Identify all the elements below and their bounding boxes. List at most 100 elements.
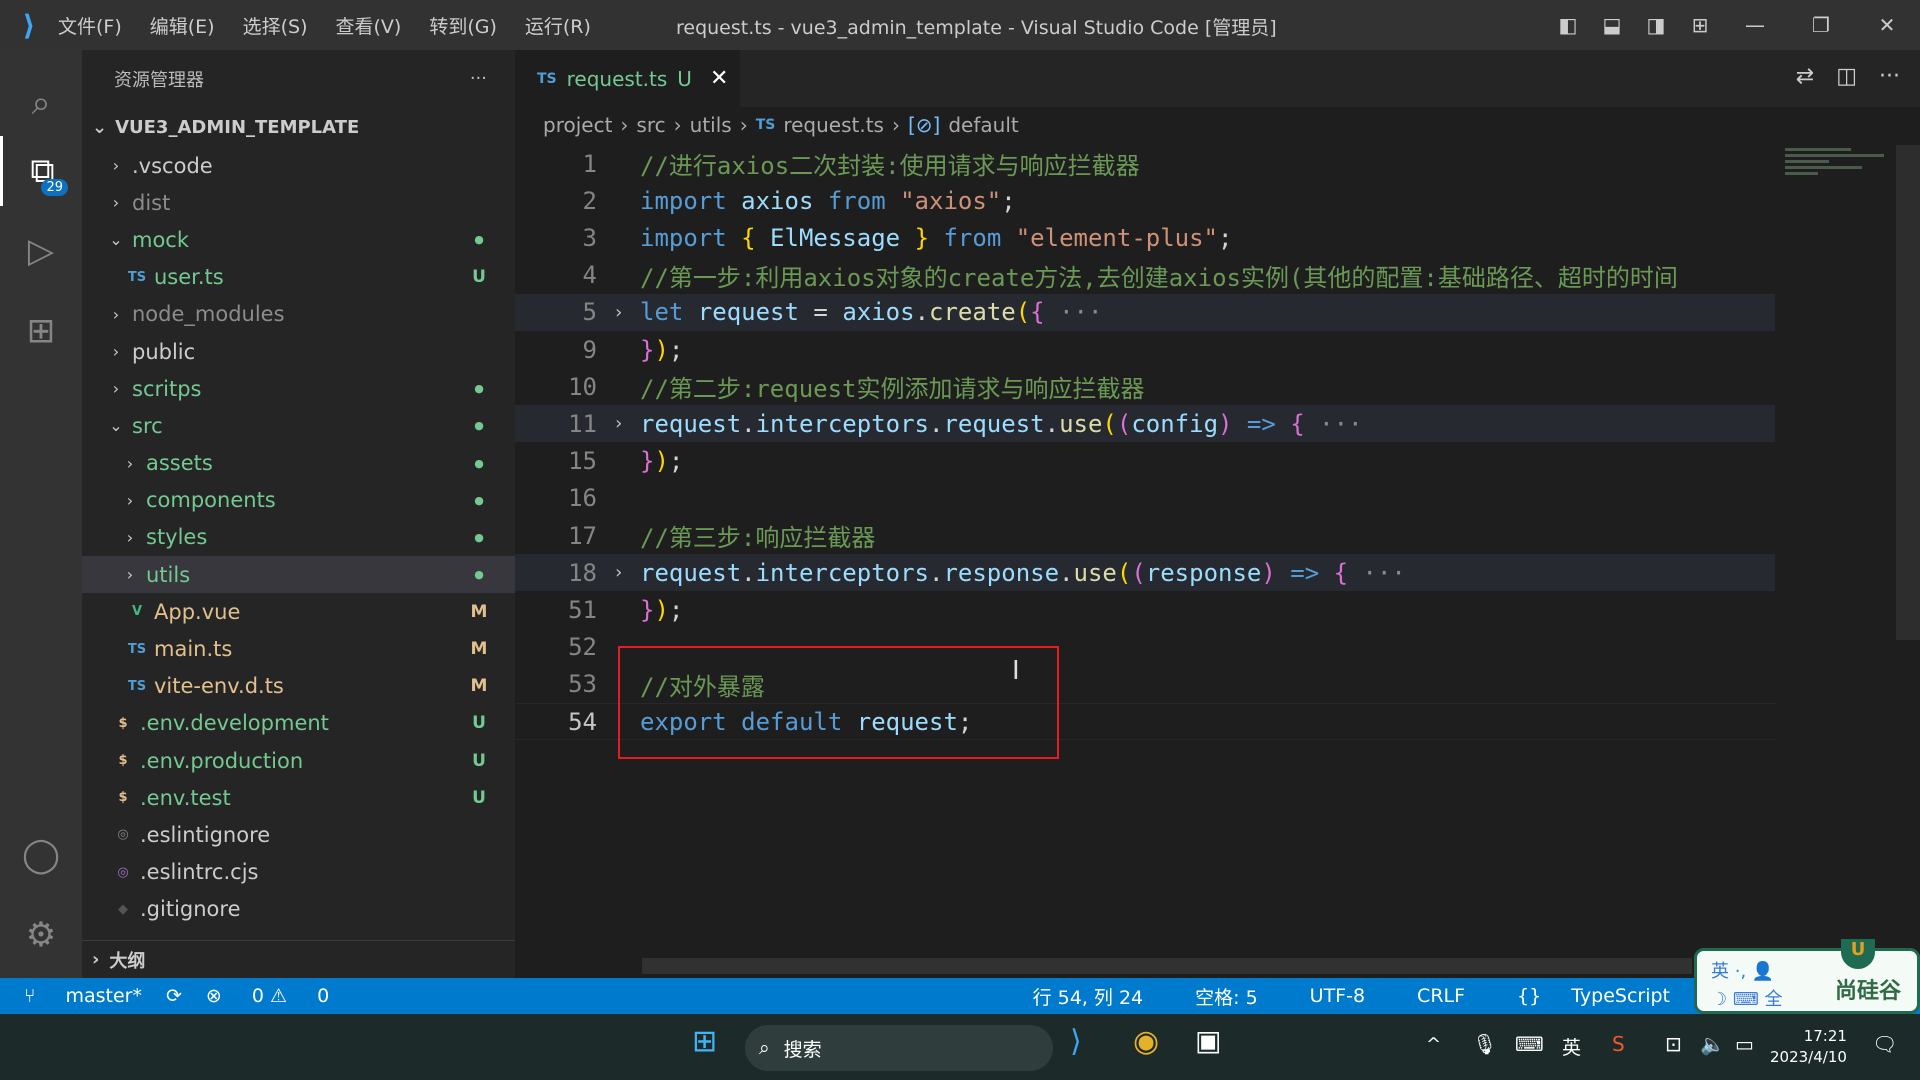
extensions-icon[interactable]: ⊞ (0, 296, 82, 366)
customize-layout-icon[interactable]: ⊞ (1678, 13, 1722, 37)
ime-toolbar[interactable]: 英 ·, 👤 ☽ ⌨ 全 U 尚硅谷 (1694, 939, 1920, 1014)
clock[interactable]: 17:21 2023/4/10 (1770, 1026, 1847, 1068)
menu-view[interactable]: 查看(V) (336, 16, 402, 38)
tree-item[interactable]: › scritps ● (82, 370, 515, 407)
code-line[interactable]: 16 (515, 480, 1775, 517)
fold-chevron-icon[interactable]: › (597, 413, 640, 434)
code-line[interactable]: 17 //第三步:响应拦截器 (515, 517, 1775, 554)
git-branch[interactable]: ⑂ master* (24, 985, 142, 1007)
code-line[interactable]: 1 //进行axios二次封装:使用请求与响应拦截器 (515, 145, 1775, 182)
code-line[interactable]: 3 import { ElMessage } from "element-plus… (515, 219, 1775, 256)
code-line[interactable]: 2 import axios from "axios"; (515, 182, 1775, 219)
close-window-button[interactable]: ✕ (1854, 13, 1920, 37)
split-editor-icon[interactable]: ◫ (1836, 64, 1857, 89)
code-line[interactable]: 5 › let request = axios.create({ ··· (515, 293, 1775, 331)
menu-go[interactable]: 转到(G) (429, 16, 497, 38)
outline-section[interactable]: › 大纲 (82, 940, 515, 978)
code-line[interactable]: 4 //第一步:利用axios对象的create方法,去创建axios实例(其他的… (515, 257, 1775, 294)
tree-item[interactable]: V App.vue M (82, 593, 515, 630)
tree-item[interactable]: › utils ● (82, 556, 515, 594)
tree-item[interactable]: TS user.ts U (82, 259, 515, 296)
menu-file[interactable]: 文件(F) (58, 16, 122, 38)
close-tab-icon[interactable]: ✕ (710, 66, 728, 91)
tree-item[interactable]: › public (82, 333, 515, 370)
tree-item[interactable]: ⌄ mock ● (82, 221, 515, 258)
tree-item[interactable]: $ .env.test U (82, 779, 515, 816)
code-text: request.interceptors.request.use((config… (640, 410, 1363, 438)
tree-item[interactable]: › node_modules (82, 296, 515, 333)
notification-icon[interactable]: 🗨 (1872, 1032, 1897, 1056)
explorer-icon[interactable]: ⧉ 29 (0, 136, 82, 206)
network-icon[interactable]: ⊡ (1665, 1032, 1682, 1056)
breadcrumb-src[interactable]: src (636, 113, 665, 137)
breadcrumb-symbol[interactable]: default (948, 113, 1018, 137)
tree-item[interactable]: › styles ● (82, 519, 515, 556)
code-line[interactable]: 18 › request.interceptors.response.use((re… (515, 554, 1775, 592)
battery-icon[interactable]: ▭ (1735, 1032, 1754, 1056)
toggle-panel-icon[interactable]: ⬓ (1590, 13, 1634, 37)
code-line[interactable]: 11 › request.interceptors.request.use((con… (515, 405, 1775, 443)
volume-icon[interactable]: 🔈 (1700, 1032, 1725, 1056)
menu-selection[interactable]: 选择(S) (243, 16, 308, 38)
microphone-icon[interactable]: 🎙 (1472, 1032, 1497, 1056)
tree-item[interactable]: › dist (82, 184, 515, 221)
tree-item[interactable]: › assets ● (82, 445, 515, 482)
fold-chevron-icon[interactable]: › (597, 562, 640, 583)
tree-item[interactable]: ◆ .gitignore (82, 891, 515, 928)
tree-item[interactable]: TS main.ts M (82, 630, 515, 667)
code-line[interactable]: 10 //第二步:request实例添加请求与响应拦截器 (515, 368, 1775, 405)
project-root[interactable]: ⌄ VUE3_ADMIN_TEMPLATE (82, 107, 515, 147)
fold-chevron-icon[interactable]: › (597, 302, 640, 323)
breadcrumb-utils[interactable]: utils (690, 113, 732, 137)
search-icon[interactable]: ⌕ (0, 68, 82, 138)
tree-item[interactable]: $ .env.production U (82, 742, 515, 779)
language-mode[interactable]: {} TypeScript (1517, 985, 1670, 1007)
explorer-more-button[interactable]: ··· (470, 68, 487, 89)
encoding[interactable]: UTF-8 (1310, 985, 1365, 1007)
indentation[interactable]: 空格: 5 (1195, 983, 1258, 1010)
code-editor[interactable]: 1 //进行axios二次封装:使用请求与响应拦截器 2 import axios f… (515, 145, 1785, 965)
terminal-taskbar-icon[interactable]: ▣ (1195, 1024, 1221, 1057)
tree-item[interactable]: $ .env.development U (82, 705, 515, 742)
problems[interactable]: ⊗ 0 ⚠ 0 (206, 985, 329, 1007)
cursor-position[interactable]: 行 54, 列 24 (1033, 983, 1144, 1010)
minimap[interactable] (1785, 145, 1895, 205)
tree-item[interactable]: TS vite-env.d.ts M (82, 668, 515, 705)
sogou-icon[interactable]: S (1612, 1032, 1625, 1056)
tab-request-ts[interactable]: TS request.ts U ✕ (515, 50, 740, 107)
menu-run[interactable]: 运行(R) (525, 16, 591, 38)
settings-gear-icon[interactable]: ⚙ (0, 900, 82, 970)
tree-item[interactable]: › .vscode (82, 147, 515, 184)
taskbar-search[interactable]: ⌕ 搜索 (745, 1025, 1053, 1071)
more-actions-icon[interactable]: ··· (1879, 64, 1900, 89)
run-debug-icon[interactable]: ▷ (0, 216, 82, 286)
keyboard-icon[interactable]: ⌨ (1515, 1032, 1544, 1056)
input-language[interactable]: 英 (1562, 1033, 1581, 1060)
breadcrumb-file[interactable]: request.ts (783, 113, 884, 137)
menu-edit[interactable]: 编辑(E) (150, 16, 215, 38)
tree-item[interactable]: › components ● (82, 482, 515, 519)
account-icon[interactable]: ◯ (0, 820, 82, 890)
code-line[interactable]: 51}); (515, 591, 1775, 628)
vertical-scrollbar[interactable] (1896, 145, 1920, 640)
windows-start-icon[interactable]: ⊞ (692, 1024, 717, 1059)
open-changes-icon[interactable]: ⇄ (1796, 64, 1814, 89)
toggle-sidebar-icon[interactable]: ◧ (1546, 13, 1590, 37)
toggle-secondary-sidebar-icon[interactable]: ◨ (1634, 13, 1678, 37)
horizontal-scrollbar[interactable] (642, 958, 1692, 974)
restore-button[interactable]: ❐ (1788, 13, 1854, 37)
tree-item[interactable]: ⌄ src ● (82, 407, 515, 444)
chrome-taskbar-icon[interactable]: ◉ (1133, 1024, 1159, 1059)
code-line[interactable]: 15}); (515, 443, 1775, 480)
minimize-button[interactable]: — (1722, 13, 1788, 37)
code-line[interactable]: 9}); (515, 331, 1775, 368)
sync-icon[interactable]: ⟳ (166, 985, 182, 1007)
tree-item[interactable]: ◎ .eslintrc.cjs (82, 854, 515, 891)
chevron-right-icon: › (126, 490, 134, 510)
chevron-up-icon[interactable]: ^ (1426, 1034, 1441, 1055)
line-ending[interactable]: CRLF (1417, 985, 1465, 1007)
line-number: 16 (568, 484, 597, 513)
tree-item[interactable]: ◎ .eslintignore (82, 816, 515, 853)
breadcrumb-project[interactable]: project (543, 113, 612, 137)
vscode-taskbar-icon[interactable]: ⟩ (1070, 1024, 1082, 1059)
